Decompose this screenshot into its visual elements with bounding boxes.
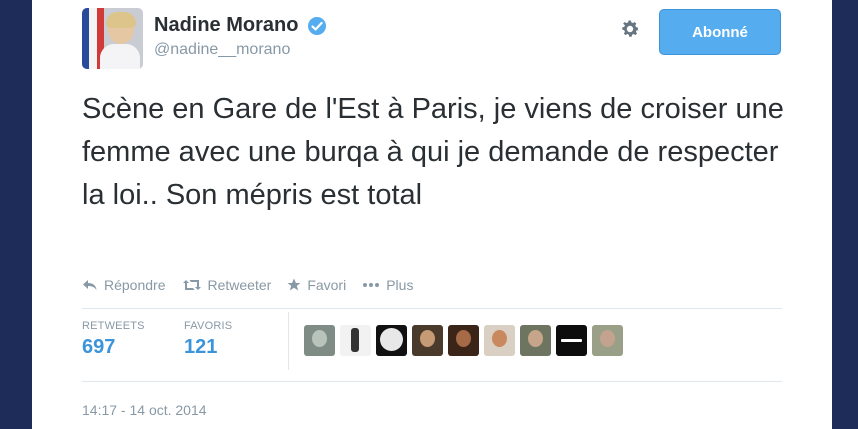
retweet-icon — [182, 280, 201, 290]
retweet-stats[interactable]: RETWEETS 697 — [82, 320, 145, 359]
reply-icon — [83, 280, 97, 290]
more-dots-icon — [363, 283, 380, 287]
retweet-button[interactable]: Retweeter — [182, 277, 272, 293]
retweets-label: RETWEETS — [82, 320, 145, 332]
star-icon — [287, 278, 301, 291]
more-label: Plus — [386, 277, 414, 293]
gear-icon[interactable] — [619, 18, 641, 40]
tweet-actions: Répondre Retweeter Favori Plus — [82, 277, 429, 293]
avatar[interactable] — [82, 8, 143, 69]
favorites-count: 121 — [184, 336, 218, 358]
divider — [288, 312, 289, 370]
user-avatar[interactable] — [376, 325, 407, 356]
user-avatar[interactable] — [592, 325, 623, 356]
user-avatar[interactable] — [484, 325, 515, 356]
tweet-card: Nadine Morano @nadine__morano Abonné Scè… — [32, 0, 832, 429]
user-avatar[interactable] — [448, 325, 479, 356]
verified-badge-icon — [307, 16, 326, 35]
user-avatar[interactable] — [520, 325, 551, 356]
user-avatar[interactable] — [340, 325, 371, 356]
favoriters-avatars — [304, 325, 628, 356]
divider — [82, 308, 782, 309]
retweet-label: Retweeter — [207, 277, 272, 293]
user-avatar[interactable] — [304, 325, 335, 356]
user-avatar[interactable] — [556, 325, 587, 356]
user-handle[interactable]: @nadine__morano — [154, 41, 327, 59]
favorite-stats[interactable]: FAVORIS 121 — [184, 320, 232, 359]
favorite-button[interactable]: Favori — [287, 277, 346, 293]
reply-button[interactable]: Répondre — [82, 277, 166, 293]
favorites-label: FAVORIS — [184, 320, 233, 332]
tweet-timestamp[interactable]: 14:17 - 14 oct. 2014 — [82, 402, 207, 418]
follow-button[interactable]: Abonné — [659, 9, 781, 55]
user-avatar[interactable] — [412, 325, 443, 356]
retweets-count: 697 — [82, 336, 116, 358]
user-header: Nadine Morano @nadine__morano — [154, 14, 327, 59]
reply-label: Répondre — [104, 277, 166, 293]
divider — [82, 381, 782, 382]
more-button[interactable]: Plus — [362, 277, 413, 293]
favorite-label: Favori — [307, 277, 347, 293]
display-name[interactable]: Nadine Morano — [154, 14, 298, 37]
tweet-text: Scène en Gare de l'Est à Paris, je viens… — [82, 93, 784, 211]
